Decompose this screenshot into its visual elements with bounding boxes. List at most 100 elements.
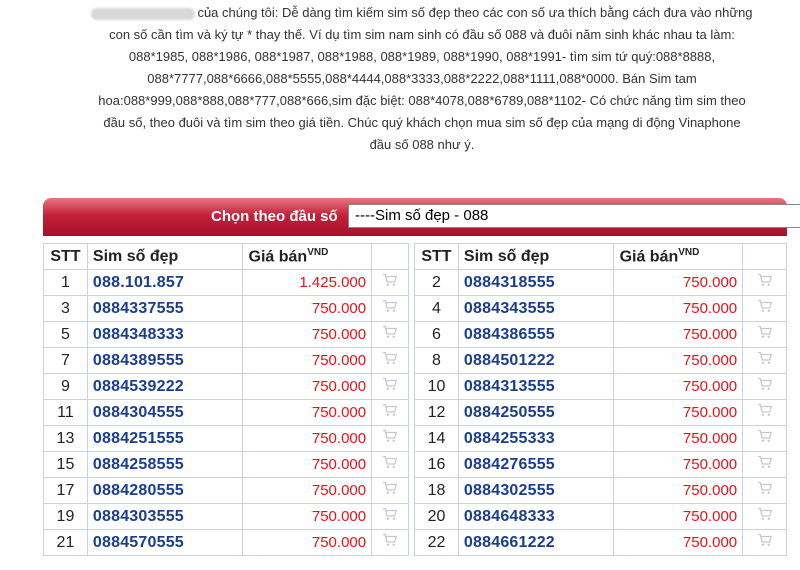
row-stt: 3 <box>43 295 88 322</box>
sim-number-link[interactable]: 0884255333 <box>457 425 614 452</box>
table-row: 1 088.101.857 1.425.000 <box>43 269 409 296</box>
shopping-cart-icon <box>382 325 398 339</box>
add-to-cart-button[interactable] <box>742 451 787 478</box>
table-row: 5 0884348333 750.000 <box>43 321 409 348</box>
add-to-cart-button[interactable] <box>742 503 787 530</box>
sim-number-link[interactable]: 0884258555 <box>86 451 243 478</box>
add-to-cart-button[interactable] <box>371 373 409 400</box>
row-stt: 10 <box>414 373 459 400</box>
sim-number-link[interactable]: 0884343555 <box>457 295 614 322</box>
row-stt: 18 <box>414 477 459 504</box>
header-price: Giá bánVND <box>612 243 744 270</box>
add-to-cart-button[interactable] <box>371 321 409 348</box>
header-cart <box>742 243 787 270</box>
sim-price: 1.425.000 <box>241 269 373 296</box>
add-to-cart-button[interactable] <box>742 269 787 296</box>
sim-price: 750.000 <box>612 373 744 400</box>
add-to-cart-button[interactable] <box>371 399 409 426</box>
shopping-cart-icon <box>757 273 773 287</box>
table-row: 10 0884313555 750.000 <box>414 373 787 400</box>
sim-number-link[interactable]: 0884386555 <box>457 321 614 348</box>
add-to-cart-button[interactable] <box>371 269 409 296</box>
table-row: 21 0884570555 750.000 <box>43 529 409 556</box>
header-stt: STT <box>43 243 88 270</box>
sim-price: 750.000 <box>241 373 373 400</box>
add-to-cart-button[interactable] <box>742 529 787 556</box>
sim-number-link[interactable]: 0884313555 <box>457 373 614 400</box>
sim-number-link[interactable]: 0884570555 <box>86 529 243 556</box>
sim-table-right: STT Sim số đẹp Giá bánVND 2 0884318555 750… <box>414 243 787 556</box>
sim-number-link[interactable]: 0884280555 <box>86 477 243 504</box>
row-stt: 6 <box>414 321 459 348</box>
add-to-cart-button[interactable] <box>371 477 409 504</box>
shopping-cart-icon <box>757 533 773 547</box>
sim-number-link[interactable]: 0884337555 <box>86 295 243 322</box>
sim-number-link[interactable]: 0884539222 <box>86 373 243 400</box>
add-to-cart-button[interactable] <box>371 503 409 530</box>
add-to-cart-button[interactable] <box>742 295 787 322</box>
sim-price: 750.000 <box>612 399 744 426</box>
table-row: 14 0884255333 750.000 <box>414 425 787 452</box>
sim-number-link[interactable]: 0884304555 <box>86 399 243 426</box>
sim-price: 750.000 <box>241 451 373 478</box>
row-stt: 14 <box>414 425 459 452</box>
header-cart <box>371 243 409 270</box>
sim-price: 750.000 <box>612 477 744 504</box>
add-to-cart-button[interactable] <box>371 451 409 478</box>
row-stt: 9 <box>43 373 88 400</box>
sim-number-link[interactable]: 0884348333 <box>86 321 243 348</box>
intro-line: đầu số, theo đuôi và tìm sim theo giá ti… <box>103 115 741 130</box>
header-stt: STT <box>414 243 459 270</box>
redacted-brand <box>91 7 196 20</box>
intro-description: của chúng tôi: Dễ dàng tìm kiếm sim số đ… <box>72 2 772 156</box>
table-row: 17 0884280555 750.000 <box>43 477 409 504</box>
prefix-select[interactable]: ----Sim số đẹp - 088 ▼ <box>348 204 800 228</box>
sim-number-link[interactable]: 0884661222 <box>457 529 614 556</box>
row-stt: 1 <box>43 269 88 296</box>
sim-number-link[interactable]: 0884501222 <box>457 347 614 374</box>
shopping-cart-icon <box>382 351 398 365</box>
add-to-cart-button[interactable] <box>371 295 409 322</box>
sim-number-link[interactable]: 088.101.857 <box>86 269 243 296</box>
add-to-cart-button[interactable] <box>742 425 787 452</box>
table-row: 20 0884648333 750.000 <box>414 503 787 530</box>
table-header-row: STT Sim số đẹp Giá bánVND <box>414 243 787 270</box>
add-to-cart-button[interactable] <box>371 529 409 556</box>
add-to-cart-button[interactable] <box>742 321 787 348</box>
shopping-cart-icon <box>382 299 398 313</box>
add-to-cart-button[interactable] <box>742 347 787 374</box>
prefix-select-value: ----Sim số đẹp - 088 <box>355 207 489 224</box>
shopping-cart-icon <box>757 455 773 469</box>
prefix-filter-bar: Chọn theo đầu số ----Sim số đẹp - 088 ▼ <box>43 198 800 236</box>
sim-price: 750.000 <box>612 295 744 322</box>
table-header-row: STT Sim số đẹp Giá bánVND <box>43 243 409 270</box>
row-stt: 13 <box>43 425 88 452</box>
header-price-unit: VND <box>307 246 329 258</box>
sim-number-link[interactable]: 0884648333 <box>457 503 614 530</box>
sim-number-link[interactable]: 0884318555 <box>457 269 614 296</box>
shopping-cart-icon <box>382 507 398 521</box>
sim-number-link[interactable]: 0884302555 <box>457 477 614 504</box>
sim-number-link[interactable]: 0884276555 <box>457 451 614 478</box>
sim-number-link[interactable]: 0884389555 <box>86 347 243 374</box>
table-row: 4 0884343555 750.000 <box>414 295 787 322</box>
sim-price: 750.000 <box>612 425 744 452</box>
shopping-cart-icon <box>757 351 773 365</box>
table-row: 18 0884302555 750.000 <box>414 477 787 504</box>
add-to-cart-button[interactable] <box>742 373 787 400</box>
add-to-cart-button[interactable] <box>742 477 787 504</box>
row-stt: 11 <box>43 399 88 426</box>
sim-number-link[interactable]: 0884251555 <box>86 425 243 452</box>
sim-number-link[interactable]: 0884250555 <box>457 399 614 426</box>
shopping-cart-icon <box>757 481 773 495</box>
sim-number-link[interactable]: 0884303555 <box>86 503 243 530</box>
add-to-cart-button[interactable] <box>742 399 787 426</box>
shopping-cart-icon <box>757 403 773 417</box>
add-to-cart-button[interactable] <box>371 347 409 374</box>
header-sim: Sim số đẹp <box>86 243 243 270</box>
sim-price: 750.000 <box>241 399 373 426</box>
table-row: 9 0884539222 750.000 <box>43 373 409 400</box>
row-stt: 15 <box>43 451 88 478</box>
add-to-cart-button[interactable] <box>371 425 409 452</box>
intro-line: 088*7777,088*6666,088*5555,088*4444,088*… <box>147 71 697 86</box>
